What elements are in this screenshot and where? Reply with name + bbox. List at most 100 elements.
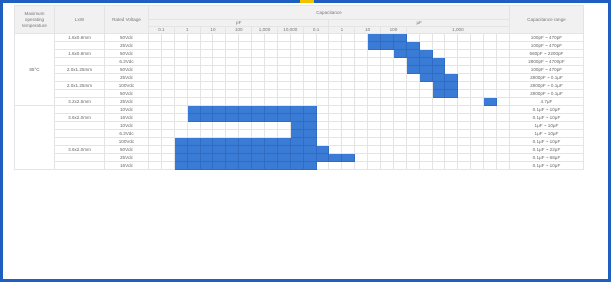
capacitance-grid-cell: [148, 89, 162, 98]
capacitance-bar-cell: [212, 137, 227, 146]
capacitance-grid-cell: [367, 161, 382, 170]
capacitance-grid-cell: [212, 81, 227, 90]
capacitance-bar-cell: [367, 41, 382, 50]
capacitance-grid-cell: [173, 81, 188, 90]
capacitance-grid-cell: [431, 145, 446, 154]
capacitance-grid-cell: [470, 81, 485, 90]
capacitance-grid-cell: [380, 65, 394, 74]
capacitance-grid-cell: [457, 129, 472, 138]
capacitance-grid-cell: [483, 81, 498, 90]
capacitance-grid-cell: [251, 57, 266, 66]
capacitance-grid-cell: [392, 105, 407, 114]
capacitance-grid-cell: [367, 73, 382, 82]
capacitance-grid-cell: [341, 161, 356, 170]
capacitance-grid-cell: [392, 153, 407, 162]
capacitance-bar-cell: [289, 137, 304, 146]
capacitance-grid-cell: [354, 153, 369, 162]
capacitance-grid-cell: [483, 105, 498, 114]
capacitance-grid-cell: [457, 89, 472, 98]
capacitance-grid-cell: [367, 57, 382, 66]
capacitance-grid-cell: [212, 73, 227, 82]
capacitance-grid-cell: [367, 121, 382, 130]
capacitance-grid-cell: [238, 65, 253, 74]
capacitance-grid-cell: [380, 161, 394, 170]
capacitance-grid-cell: [392, 57, 407, 66]
capacitance-bar-cell: [212, 153, 227, 162]
lxw-cell: [54, 105, 105, 114]
capacitance-grid-cell: [173, 49, 188, 58]
capacitance-bar-cell: [264, 145, 278, 154]
capacitance-range-cell: 100pF ~ 470pF: [508, 41, 584, 50]
temperature-cell: [14, 105, 55, 170]
capacitance-grid-cell: [328, 41, 343, 50]
capacitance-grid-cell: [160, 57, 175, 66]
capacitance-grid-cell: [315, 33, 330, 42]
capacitance-grid-cell: [199, 89, 214, 98]
capacitance-grid-cell: [457, 113, 472, 122]
capacitance-bar-cell: [238, 113, 253, 122]
capacitance-grid-cell: [496, 97, 510, 106]
capacitance-grid-cell: [199, 41, 214, 50]
voltage-cell: 100Vdc: [104, 137, 149, 146]
capacitance-grid-cell: [405, 33, 420, 42]
capacitance-grid-cell: [264, 57, 278, 66]
table-row: 25Vdc 0.1μF ~ 68μF: [15, 153, 584, 162]
capacitance-grid-cell: [173, 105, 188, 114]
lxw-cell: [54, 161, 105, 170]
capacitance-grid-cell: [160, 161, 175, 170]
capacitance-grid-cell: [264, 33, 278, 42]
capacitance-grid-cell: [457, 81, 472, 90]
capacitance-grid-cell: [225, 89, 240, 98]
capacitance-grid-cell: [148, 137, 162, 146]
capacitance-grid-cell: [354, 89, 369, 98]
capacitance-grid-cell: [276, 33, 291, 42]
capacitance-bar-cell: [302, 129, 317, 138]
capacitance-grid-cell: [160, 65, 175, 74]
capacitance-bar-cell: [251, 137, 266, 146]
capacitance-grid-cell: [328, 145, 343, 154]
capacitance-grid-cell: [457, 41, 472, 50]
capacitance-bar-cell: [186, 113, 201, 122]
capacitance-grid-cell: [470, 145, 485, 154]
header-row: Maximum operating temperature LxW Rated …: [14, 5, 584, 34]
capacitance-bar-cell: [186, 145, 201, 154]
capacitance-bar-cell: [251, 161, 266, 170]
top-accent-marker: [300, 0, 314, 3]
lxw-cell: [54, 121, 105, 130]
header-unit-uf: μF: [328, 19, 510, 27]
temperature-cell: 85°C: [14, 33, 55, 106]
lxw-cell: [54, 137, 105, 146]
capacitance-grid-cell: [173, 57, 188, 66]
capacitance-grid-cell: [483, 41, 498, 50]
capacitance-range-cell: 2800pF ~ 0.1μF: [508, 73, 584, 82]
capacitance-grid-cell: [341, 137, 356, 146]
capacitance-grid-cell: [148, 73, 162, 82]
capacitance-range-cell: 1μF ~ 10μF: [508, 129, 584, 138]
capacitance-grid-cell: [328, 129, 343, 138]
capacitance-grid-cell: [367, 153, 382, 162]
capacitance-bar-cell: [302, 137, 317, 146]
capacitance-bar-cell: [418, 57, 433, 66]
capacitance-grid-cell: [238, 81, 253, 90]
capacitance-grid-cell: [315, 65, 330, 74]
capacitance-grid-cell: [186, 129, 201, 138]
capacitance-grid-cell: [483, 145, 498, 154]
capacitance-bar-cell: [238, 161, 253, 170]
capacitance-grid-cell: [328, 89, 343, 98]
capacitance-grid-cell: [405, 129, 420, 138]
capacitance-grid-cell: [160, 145, 175, 154]
capacitance-grid-cell: [148, 129, 162, 138]
capacitance-grid-cell: [431, 129, 446, 138]
capacitance-grid-cell: [173, 41, 188, 50]
voltage-cell: 25Vdc: [104, 73, 149, 82]
capacitance-grid-cell: [367, 65, 382, 74]
capacitance-grid-cell: [341, 145, 356, 154]
capacitance-bar-cell: [444, 73, 459, 82]
capacitance-range-cell: 0.1μF ~ 10μF: [508, 113, 584, 122]
voltage-cell: 16Vdc: [104, 113, 149, 122]
capacitance-grid-cell: [148, 161, 162, 170]
capacitance-grid-cell: [341, 105, 356, 114]
capacitance-bar-cell: [264, 137, 278, 146]
capacitance-grid-cell: [483, 129, 498, 138]
capacitance-bar-cell: [328, 153, 343, 162]
